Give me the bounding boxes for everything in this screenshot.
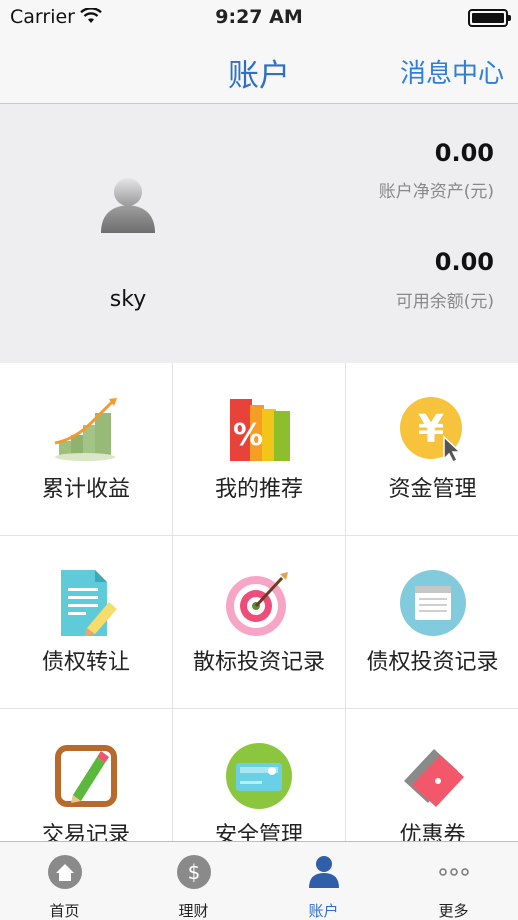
person-icon bbox=[308, 856, 339, 888]
menu-item-recommend[interactable]: % 我的推荐 bbox=[173, 363, 346, 536]
username: sky bbox=[109, 287, 147, 312]
message-center-button[interactable]: 消息中心 bbox=[400, 53, 504, 90]
menu-label: 债权投资记录 bbox=[366, 650, 499, 675]
menu-item-fund-management[interactable]: ¥ 资金管理 bbox=[346, 363, 518, 536]
menu-label: 资金管理 bbox=[388, 477, 477, 502]
available-balance-label: 可用余额(元) bbox=[395, 292, 494, 312]
menu-item-transaction-record[interactable]: 交易记录 bbox=[0, 709, 173, 841]
net-assets-label: 账户净资产(元) bbox=[378, 182, 494, 202]
tab-label: 账户 bbox=[308, 902, 339, 920]
document-edit-icon bbox=[61, 570, 117, 636]
menu-label: 我的推荐 bbox=[214, 477, 303, 502]
menu-label: 安全管理 bbox=[214, 823, 303, 841]
notepad-pencil-icon bbox=[55, 745, 117, 807]
tab-bar: 首页 $ 理财 账户 更多 bbox=[0, 841, 518, 920]
tab-more[interactable]: 更多 bbox=[389, 842, 518, 920]
tab-label: 理财 bbox=[178, 902, 209, 920]
tab-label: 更多 bbox=[438, 902, 469, 920]
home-icon bbox=[47, 855, 82, 889]
nav-bar: 账户 消息中心 bbox=[0, 40, 518, 104]
svg-text:$: $ bbox=[187, 860, 200, 884]
menu-item-security-management[interactable]: 安全管理 bbox=[173, 709, 346, 841]
earnings-chart-icon bbox=[54, 398, 117, 461]
record-list-icon bbox=[399, 570, 466, 636]
tab-label: 首页 bbox=[49, 902, 80, 920]
coupon-ticket-icon bbox=[403, 749, 464, 807]
menu-item-earnings[interactable]: 累计收益 bbox=[0, 363, 173, 536]
menu-item-debt-transfer[interactable]: 债权转让 bbox=[0, 536, 173, 709]
menu-label: 交易记录 bbox=[41, 823, 130, 841]
security-card-icon bbox=[226, 743, 292, 809]
tab-finance[interactable]: $ 理财 bbox=[129, 842, 258, 920]
menu-item-loan-investment-record[interactable]: 散标投资记录 bbox=[173, 536, 346, 709]
tab-home[interactable]: 首页 bbox=[0, 842, 129, 920]
battery-icon bbox=[468, 9, 511, 27]
menu-item-debt-investment-record[interactable]: 债权投资记录 bbox=[346, 536, 518, 709]
net-assets-value: 0.00 bbox=[434, 139, 494, 167]
menu-label: 散标投资记录 bbox=[192, 650, 325, 675]
target-dart-icon bbox=[226, 572, 288, 636]
svg-text:%: % bbox=[233, 418, 263, 453]
account-summary: sky 0.00 账户净资产(元) 0.00 可用余额(元) bbox=[0, 104, 518, 363]
svg-text:¥: ¥ bbox=[417, 407, 443, 451]
status-bar: Carrier 9:27 AM bbox=[0, 0, 518, 40]
tab-account[interactable]: 账户 bbox=[259, 842, 388, 920]
more-icon bbox=[438, 868, 469, 876]
available-balance-value: 0.00 bbox=[434, 248, 494, 276]
avatar[interactable] bbox=[98, 177, 158, 235]
dollar-icon: $ bbox=[176, 855, 211, 889]
menu-label: 债权转让 bbox=[41, 650, 130, 675]
menu-item-coupon[interactable]: 优惠券 bbox=[346, 709, 518, 841]
menu-label: 累计收益 bbox=[41, 477, 130, 502]
recommend-percent-icon: % bbox=[230, 399, 290, 461]
menu-label: 优惠券 bbox=[399, 823, 466, 841]
clock: 9:27 AM bbox=[215, 6, 303, 28]
menu-grid: 累计收益 % 我的推荐 ¥ 资金管理 债权转让 散标投资记录 债权投资记录 交易… bbox=[0, 363, 518, 841]
yen-coin-icon: ¥ bbox=[399, 397, 462, 464]
